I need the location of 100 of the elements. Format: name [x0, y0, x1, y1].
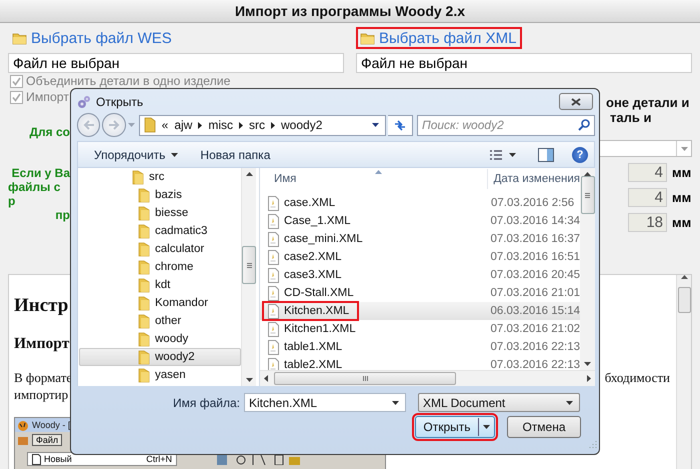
file-row[interactable]: case2.XML 07.03.2016 16:51	[260, 248, 580, 266]
file-date: 07.03.2016 21:01	[489, 287, 580, 299]
folder-icon	[138, 224, 150, 238]
refresh-icon	[392, 119, 407, 131]
file-name-field[interactable]: Kitchen.XML	[244, 393, 406, 412]
file-row[interactable]: case3.XML 07.03.2016 20:45	[260, 266, 580, 284]
back-button[interactable]	[77, 113, 100, 137]
address-bar[interactable]: « ajw misc src woody2	[138, 114, 386, 136]
resize-grip-icon	[589, 440, 597, 448]
close-button[interactable]	[559, 93, 593, 110]
file-row[interactable]: table1.XML 07.03.2016 22:13	[260, 338, 580, 356]
forward-button[interactable]	[102, 113, 126, 137]
number-field[interactable]: 4	[628, 163, 667, 182]
arrow-up-icon	[246, 172, 252, 176]
folder-icon	[132, 170, 144, 184]
arrow-down-icon	[246, 378, 252, 382]
search-icon	[578, 118, 590, 130]
chevron-right-icon	[239, 122, 243, 128]
file-date: 07.03.2016 14:34	[489, 215, 580, 227]
column-header[interactable]: Дата изменения	[488, 169, 580, 189]
grip-icon	[362, 376, 368, 381]
unit-label: мм	[672, 165, 692, 180]
tree-item[interactable]: chrome	[79, 258, 241, 276]
note-text: Для со	[29, 125, 70, 139]
file-row[interactable]: CD-Stall.XML 07.03.2016 21:01	[260, 284, 580, 302]
file-date: 06.03.2016 15:14	[489, 305, 580, 317]
option-label: Объединить детали в одно изделие	[26, 74, 230, 88]
tree-item[interactable]: other	[79, 312, 241, 330]
tree-item[interactable]: src	[79, 168, 241, 186]
tree-item[interactable]: woody	[79, 330, 241, 348]
file-name: table2.XML	[284, 359, 342, 370]
heading-text: оне детали и	[606, 95, 690, 110]
breadcrumb-item[interactable]: woody2	[281, 118, 322, 132]
menu-item[interactable]: Новый	[44, 454, 72, 464]
caret-icon	[483, 425, 490, 429]
arrow-left-icon	[264, 375, 268, 382]
arrow-left-icon	[82, 120, 95, 130]
file-name: Kitchen.XML	[284, 305, 350, 317]
caret-icon	[372, 123, 380, 127]
file-path-field: Файл не выбран	[356, 53, 692, 73]
help-button[interactable]: ?	[572, 146, 588, 162]
tree-item[interactable]: cadmatic3	[79, 222, 241, 240]
file-row[interactable]: case_mini.XML 07.03.2016 16:37	[260, 230, 580, 248]
refresh-button[interactable]	[388, 114, 414, 136]
file-name: Kitchen1.XML	[284, 323, 356, 335]
file-date: 07.03.2016 20:45	[489, 269, 580, 281]
select-file-link[interactable]: Выбрать файл XML	[356, 27, 522, 49]
tree-item[interactable]: bazis	[79, 186, 241, 204]
tree-item[interactable]: Komandor	[79, 294, 241, 312]
breadcrumb-item[interactable]: ajw	[174, 118, 192, 132]
arrow-right-icon	[587, 375, 591, 382]
tree-item[interactable]: kdt	[79, 276, 241, 294]
cancel-button[interactable]: Отмена	[507, 416, 581, 438]
new-folder-button[interactable]: Новая папка	[196, 146, 274, 164]
file-type-dropdown[interactable]: XML Document	[418, 393, 580, 412]
tree-item[interactable]: biesse	[79, 204, 241, 222]
breadcrumb-item[interactable]: misc	[208, 118, 233, 132]
preview-pane-icon	[538, 148, 554, 162]
folder-icon	[138, 242, 150, 256]
paragraph-text: В формате	[14, 369, 72, 386]
file-row[interactable]: case.XML 07.03.2016 2:56	[260, 194, 580, 212]
paragraph-text: бходимости	[604, 369, 670, 386]
file-name: Case_1.XML	[284, 215, 350, 227]
file-name: case.XML	[284, 197, 336, 209]
search-field[interactable]: Поиск: woody2	[417, 114, 596, 136]
arrow-up-icon	[584, 172, 591, 176]
field-label: Имя файла:	[172, 396, 240, 410]
folder-icon	[138, 260, 150, 274]
breadcrumb-item[interactable]: src	[249, 118, 265, 132]
file-row[interactable]: Case_1.XML 07.03.2016 14:34	[260, 212, 580, 230]
number-field[interactable]: 4	[628, 188, 667, 207]
file-name: case_mini.XML	[284, 233, 363, 245]
file-date: 07.03.2016 21:02	[489, 323, 580, 335]
screenshot-title: Woody - [	[32, 420, 70, 430]
caret-icon	[509, 152, 516, 156]
document-icon	[267, 250, 279, 264]
close-icon	[571, 98, 581, 106]
number-field[interactable]: 18	[628, 213, 667, 232]
document-icon	[267, 268, 279, 282]
document-heading: Инстр	[14, 295, 68, 317]
menu-item[interactable]: Файл	[32, 434, 62, 446]
document-icon	[267, 358, 279, 370]
document-icon	[267, 214, 279, 228]
folder-icon	[138, 296, 150, 310]
folder-icon	[360, 31, 375, 45]
caret-icon	[566, 400, 573, 404]
file-name: table1.XML	[284, 341, 342, 353]
file-name: case3.XML	[284, 269, 342, 281]
file-name: CD-Stall.XML	[284, 287, 354, 299]
tree-item[interactable]: woody2	[79, 348, 241, 366]
file-row[interactable]: Kitchen1.XML 07.03.2016 21:02	[260, 320, 580, 338]
file-row[interactable]: Kitchen.XML 06.03.2016 15:14	[260, 302, 580, 320]
tree-item[interactable]: yasen	[79, 366, 241, 384]
open-button[interactable]: Открыть	[415, 416, 495, 438]
document-icon	[267, 304, 279, 318]
breadcrumb-overflow-button[interactable]: «	[162, 118, 168, 132]
select-file-link[interactable]: Выбрать файл WES	[8, 27, 178, 49]
tree-item[interactable]: calculator	[79, 240, 241, 258]
scrollbar-thumb[interactable]	[678, 287, 690, 313]
organize-button[interactable]: Упорядочить	[90, 146, 182, 164]
